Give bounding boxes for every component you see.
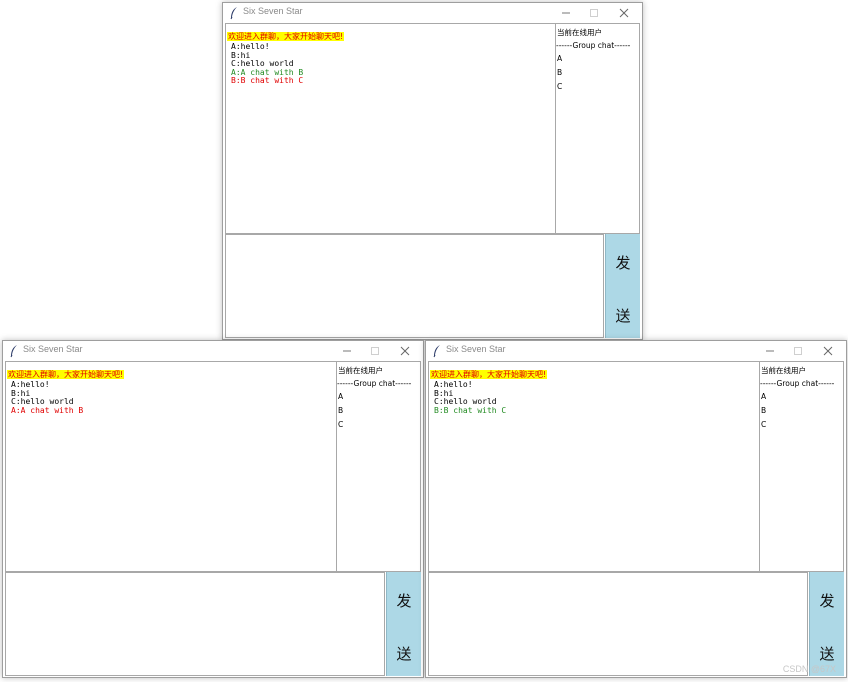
chat-message: B:B chat with C [434,405,507,415]
user-item-a[interactable]: A [761,391,843,402]
maximize-button[interactable] [361,341,389,361]
minimize-icon [343,350,351,352]
send-button-char-2: 送 [819,645,835,663]
maximize-icon [371,347,379,355]
close-button[interactable] [391,341,419,361]
minimize-button[interactable] [756,341,784,361]
title-bar[interactable]: Six Seven Star [426,341,846,361]
maximize-icon [794,347,802,355]
send-button-char-1: 发 [396,592,412,610]
user-item-c[interactable]: C [557,81,639,92]
user-item-b[interactable]: B [338,405,420,416]
maximize-button[interactable] [580,3,608,23]
chat-message: B:B chat with C [231,76,304,86]
send-button-char-1: 发 [615,254,631,272]
title-bar[interactable]: Six Seven Star [3,341,423,361]
online-users-list[interactable]: 当前在线用户 ------Group chat------ A B C [556,23,640,234]
chat-message: A:hello! [434,380,473,389]
chat-message: A:A chat with B [11,405,84,415]
chat-history[interactable]: 欢迎进入群聊，大家开始聊天吧! A:hello! B:hi C:hello wo… [428,361,760,572]
chat-history[interactable]: 欢迎进入群聊，大家开始聊天吧! A:hello! B:hi C:hello wo… [225,23,556,234]
welcome-message: 欢迎进入群聊，大家开始聊天吧! [227,32,345,41]
title-bar[interactable]: Six Seven Star [223,3,642,23]
minimize-button[interactable] [333,341,361,361]
chat-message: A:hello! [11,380,50,389]
watermark: CSDN @67X [782,664,836,674]
user-item-a[interactable]: A [338,391,420,402]
online-users-title: 当前在线用户 [338,366,383,375]
window-title: Six Seven Star [243,6,303,16]
message-input[interactable] [5,572,385,676]
minimize-button[interactable] [552,3,580,23]
online-users-title: 当前在线用户 [557,28,602,37]
welcome-message: 欢迎进入群聊，大家开始聊天吧! [430,370,548,379]
chat-message: A:hello! [231,42,270,51]
send-button[interactable]: 发 送 [605,234,640,338]
chat-history[interactable]: 欢迎进入群聊，大家开始聊天吧! A:hello! B:hi C:hello wo… [5,361,337,572]
send-button-char-2: 送 [615,307,631,325]
chat-window-top: Six Seven Star 欢迎进入群聊，大家开始聊天吧! A:hello! … [222,2,643,340]
online-users-title: 当前在线用户 [761,366,806,375]
user-item-c[interactable]: C [338,419,420,430]
maximize-button[interactable] [784,341,812,361]
feather-icon [230,7,237,20]
group-chat-item[interactable]: ------Group chat------ [556,41,639,50]
close-icon [619,8,629,18]
group-chat-item[interactable]: ------Group chat------ [760,379,843,388]
window-title: Six Seven Star [446,344,506,354]
send-button-char-2: 送 [396,645,412,663]
close-button[interactable] [610,3,638,23]
message-input[interactable] [428,572,808,676]
chat-window-bottom-right: Six Seven Star 欢迎进入群聊，大家开始聊天吧! A:hello! … [425,340,847,678]
chat-window-bottom-left: Six Seven Star 欢迎进入群聊，大家开始聊天吧! A:hello! … [2,340,424,678]
close-icon [400,346,410,356]
minimize-icon [562,12,570,14]
user-item-b[interactable]: B [761,405,843,416]
feather-icon [10,345,17,358]
maximize-icon [590,9,598,17]
minimize-icon [766,350,774,352]
send-button[interactable]: 发 送 [809,572,844,676]
user-item-c[interactable]: C [761,419,843,430]
close-button[interactable] [814,341,842,361]
send-button-char-1: 发 [819,592,835,610]
user-item-b[interactable]: B [557,67,639,78]
feather-icon [433,345,440,358]
close-icon [823,346,833,356]
send-button[interactable]: 发 送 [386,572,421,676]
window-title: Six Seven Star [23,344,83,354]
online-users-list[interactable]: 当前在线用户 ------Group chat------ A B C [760,361,844,572]
user-item-a[interactable]: A [557,53,639,64]
message-input[interactable] [225,234,604,338]
online-users-list[interactable]: 当前在线用户 ------Group chat------ A B C [337,361,421,572]
welcome-message: 欢迎进入群聊，大家开始聊天吧! [7,370,125,379]
group-chat-item[interactable]: ------Group chat------ [337,379,420,388]
